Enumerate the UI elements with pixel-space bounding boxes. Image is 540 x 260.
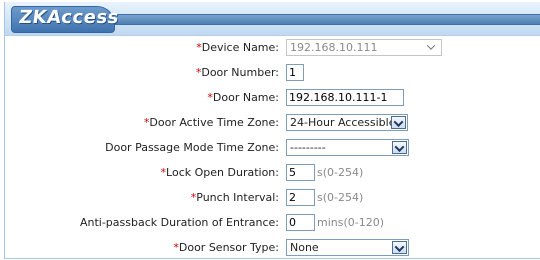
row-door-sensor-type: *Door Sensor Type: None [5,239,540,257]
door-sensor-type-value: None [290,241,319,254]
row-device-name: *Device Name: 192.168.10.111 [5,39,540,57]
row-door-number: *Door Number: 1 [5,64,540,82]
app-logo: ZKAccess [17,7,121,28]
row-punch-interval: *Punch Interval: 2 s(0-254) [5,189,540,207]
chevron-down-icon [392,141,407,154]
punch-interval-input[interactable]: 2 [286,189,315,206]
anti-passback-duration-label: Anti-passback Duration of Entrance: [79,216,279,229]
door-active-time-zone-select[interactable]: 24-Hour Accessible [286,114,408,131]
row-door-name: *Door Name: 192.168.10.111-1 [5,89,540,107]
door-name-input[interactable]: 192.168.10.111-1 [286,89,404,106]
door-sensor-type-select[interactable]: None [286,239,409,256]
door-number-input[interactable]: 1 [286,64,304,81]
row-anti-passback-duration: Anti-passback Duration of Entrance: 0 mi… [5,214,540,232]
header-band [105,14,540,25]
chevron-down-icon [425,41,440,54]
punch-interval-hint: s(0-254) [317,191,364,204]
door-passage-mode-time-zone-value: --------- [290,141,326,154]
lock-open-duration-input[interactable]: 5 [286,164,315,181]
device-name-select[interactable]: 192.168.10.111 [286,39,442,56]
row-lock-open-duration: *Lock Open Duration: 5 s(0-254) [5,164,540,182]
row-door-passage-mode-time-zone: Door Passage Mode Time Zone: --------- [5,139,540,157]
door-active-time-zone-label: *Door Active Time Zone: [143,116,279,129]
lock-open-duration-label: *Lock Open Duration: [160,166,279,179]
chevron-down-icon [391,116,406,129]
header-bar: ZKAccess [5,2,540,36]
door-number-label: *Door Number: [195,66,279,79]
door-active-time-zone-value: 24-Hour Accessible [290,116,396,129]
device-name-value: 192.168.10.111 [290,41,378,54]
device-name-label: *Device Name: [196,41,279,54]
door-passage-mode-time-zone-label: Door Passage Mode Time Zone: [105,141,279,154]
door-passage-mode-time-zone-select[interactable]: --------- [286,139,409,156]
anti-passback-duration-hint: mins(0-120) [317,216,385,229]
door-settings-panel: ZKAccess *Device Name: 192.168.10.111 *D… [4,2,540,259]
door-name-label: *Door Name: [207,91,279,104]
chevron-down-icon [392,241,407,254]
row-door-active-time-zone: *Door Active Time Zone: 24-Hour Accessib… [5,114,540,132]
door-sensor-type-label: *Door Sensor Type: [173,241,279,254]
lock-open-duration-hint: s(0-254) [317,166,364,179]
anti-passback-duration-input[interactable]: 0 [286,214,315,231]
punch-interval-label: *Punch Interval: [190,191,279,204]
